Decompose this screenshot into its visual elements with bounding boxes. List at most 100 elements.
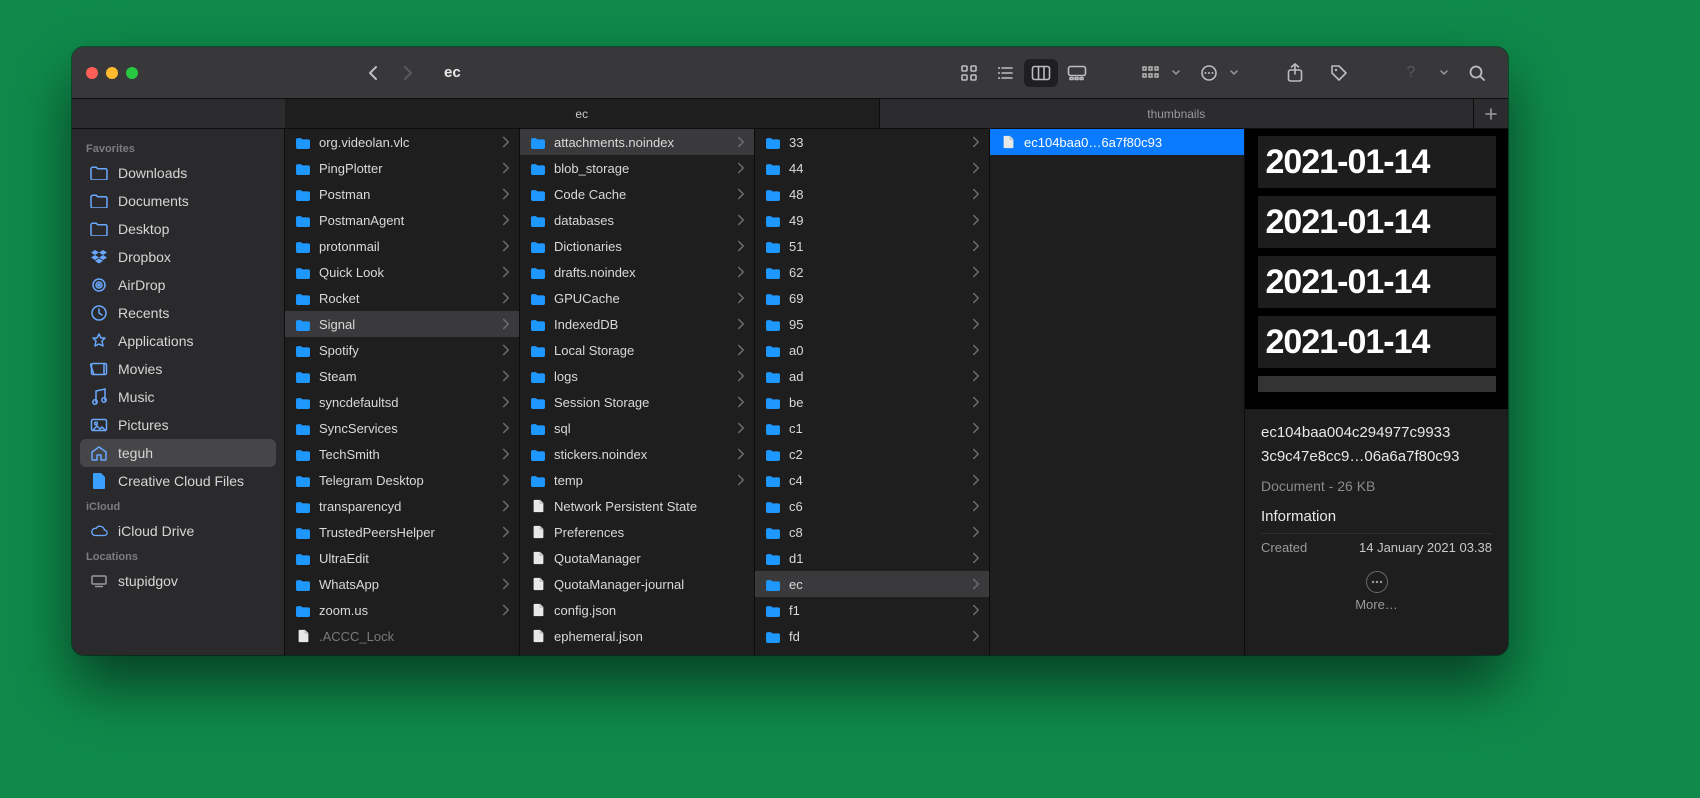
list-item[interactable]: Spotify xyxy=(285,337,519,363)
sidebar-item[interactable]: teguh xyxy=(80,439,276,467)
list-item[interactable]: ephemeral.json xyxy=(520,623,754,649)
list-item[interactable]: 51 xyxy=(755,233,989,259)
sidebar-item[interactable]: Applications xyxy=(80,327,276,355)
list-item[interactable]: c2 xyxy=(755,441,989,467)
list-item[interactable]: GPUCache xyxy=(520,285,754,311)
action-menu[interactable] xyxy=(1192,59,1240,87)
list-item[interactable]: Session Storage xyxy=(520,389,754,415)
list-item[interactable]: ec104baa0…6a7f80c93 xyxy=(990,129,1244,155)
forward-button[interactable] xyxy=(390,59,424,87)
sidebar-item[interactable]: Movies xyxy=(80,355,276,383)
list-item[interactable]: SyncServices xyxy=(285,415,519,441)
minimize-window[interactable] xyxy=(106,67,118,79)
list-item[interactable]: blob_storage xyxy=(520,155,754,181)
view-gallery[interactable] xyxy=(1060,59,1094,87)
new-tab-button[interactable] xyxy=(1474,99,1508,128)
list-item[interactable]: Code Cache xyxy=(520,181,754,207)
list-item[interactable]: WhatsApp xyxy=(285,571,519,597)
sidebar-item[interactable]: stupidgov xyxy=(80,567,276,595)
list-item[interactable]: 33 xyxy=(755,129,989,155)
folder-icon xyxy=(295,498,311,514)
list-item[interactable]: config.json xyxy=(520,597,754,623)
help-button[interactable]: ? xyxy=(1394,59,1428,87)
share-button[interactable] xyxy=(1278,59,1312,87)
preview-kind: Document - 26 KB xyxy=(1261,478,1492,494)
item-name: Rocket xyxy=(319,291,493,306)
list-item[interactable]: fd xyxy=(755,623,989,649)
list-item[interactable]: Dictionaries xyxy=(520,233,754,259)
list-item[interactable]: TechSmith xyxy=(285,441,519,467)
sidebar-item[interactable]: Downloads xyxy=(80,159,276,187)
list-item[interactable]: PingPlotter xyxy=(285,155,519,181)
back-button[interactable] xyxy=(356,59,390,87)
list-item[interactable]: Quick Look xyxy=(285,259,519,285)
list-item[interactable]: QuotaManager-journal xyxy=(520,571,754,597)
list-item[interactable]: Network Persistent State xyxy=(520,493,754,519)
list-item[interactable]: 62 xyxy=(755,259,989,285)
list-item[interactable]: TrustedPeersHelper xyxy=(285,519,519,545)
info-key: Created xyxy=(1261,540,1307,555)
list-item[interactable]: databases xyxy=(520,207,754,233)
list-item[interactable]: IndexedDB xyxy=(520,311,754,337)
list-item[interactable]: 49 xyxy=(755,207,989,233)
item-name: 95 xyxy=(789,317,963,332)
list-item[interactable]: ad xyxy=(755,363,989,389)
list-item[interactable]: 69 xyxy=(755,285,989,311)
list-item[interactable]: 44 xyxy=(755,155,989,181)
tab[interactable]: thumbnails xyxy=(880,99,1475,128)
sidebar-item[interactable]: AirDrop xyxy=(80,271,276,299)
list-item[interactable]: UltraEdit xyxy=(285,545,519,571)
sidebar-item[interactable]: Recents xyxy=(80,299,276,327)
list-item[interactable]: Telegram Desktop xyxy=(285,467,519,493)
list-item[interactable]: syncdefaultsd xyxy=(285,389,519,415)
group-menu[interactable] xyxy=(1134,59,1182,87)
tags-button[interactable] xyxy=(1322,59,1356,87)
search-button[interactable] xyxy=(1460,59,1494,87)
list-item[interactable]: 95 xyxy=(755,311,989,337)
folder-icon xyxy=(765,394,781,410)
list-item[interactable]: Rocket xyxy=(285,285,519,311)
list-item[interactable]: attachments.noindex xyxy=(520,129,754,155)
list-item[interactable]: Signal xyxy=(285,311,519,337)
list-item[interactable]: a0 xyxy=(755,337,989,363)
sidebar-item[interactable]: Creative Cloud Files xyxy=(80,467,276,495)
list-item[interactable]: zoom.us xyxy=(285,597,519,623)
preview-more[interactable]: More… xyxy=(1355,571,1398,612)
sidebar-item[interactable]: Music xyxy=(80,383,276,411)
view-icons[interactable] xyxy=(952,59,986,87)
list-item[interactable]: transparencyd xyxy=(285,493,519,519)
list-item[interactable]: d1 xyxy=(755,545,989,571)
list-item[interactable]: QuotaManager xyxy=(520,545,754,571)
list-item[interactable]: c4 xyxy=(755,467,989,493)
list-item[interactable]: protonmail xyxy=(285,233,519,259)
list-item[interactable]: be xyxy=(755,389,989,415)
list-item[interactable]: c1 xyxy=(755,415,989,441)
close-window[interactable] xyxy=(86,67,98,79)
zoom-window[interactable] xyxy=(126,67,138,79)
list-item[interactable]: Postman xyxy=(285,181,519,207)
view-columns[interactable] xyxy=(1024,59,1058,87)
list-item[interactable]: c8 xyxy=(755,519,989,545)
list-item[interactable]: .ACCC_Lock xyxy=(285,623,519,649)
sidebar-item[interactable]: Documents xyxy=(80,187,276,215)
list-item[interactable]: f1 xyxy=(755,597,989,623)
list-item[interactable]: org.videolan.vlc xyxy=(285,129,519,155)
list-item[interactable]: sql xyxy=(520,415,754,441)
sidebar-item[interactable]: Desktop xyxy=(80,215,276,243)
list-item[interactable]: stickers.noindex xyxy=(520,441,754,467)
sidebar-item[interactable]: iCloud Drive xyxy=(80,517,276,545)
sidebar-item[interactable]: Dropbox xyxy=(80,243,276,271)
list-item[interactable]: drafts.noindex xyxy=(520,259,754,285)
list-item[interactable]: Local Storage xyxy=(520,337,754,363)
list-item[interactable]: Preferences xyxy=(520,519,754,545)
list-item[interactable]: PostmanAgent xyxy=(285,207,519,233)
list-item[interactable]: ec xyxy=(755,571,989,597)
list-item[interactable]: c6 xyxy=(755,493,989,519)
list-item[interactable]: 48 xyxy=(755,181,989,207)
view-list[interactable] xyxy=(988,59,1022,87)
sidebar-item[interactable]: Pictures xyxy=(80,411,276,439)
list-item[interactable]: Steam xyxy=(285,363,519,389)
tab[interactable]: ec xyxy=(285,99,880,128)
list-item[interactable]: temp xyxy=(520,467,754,493)
list-item[interactable]: logs xyxy=(520,363,754,389)
